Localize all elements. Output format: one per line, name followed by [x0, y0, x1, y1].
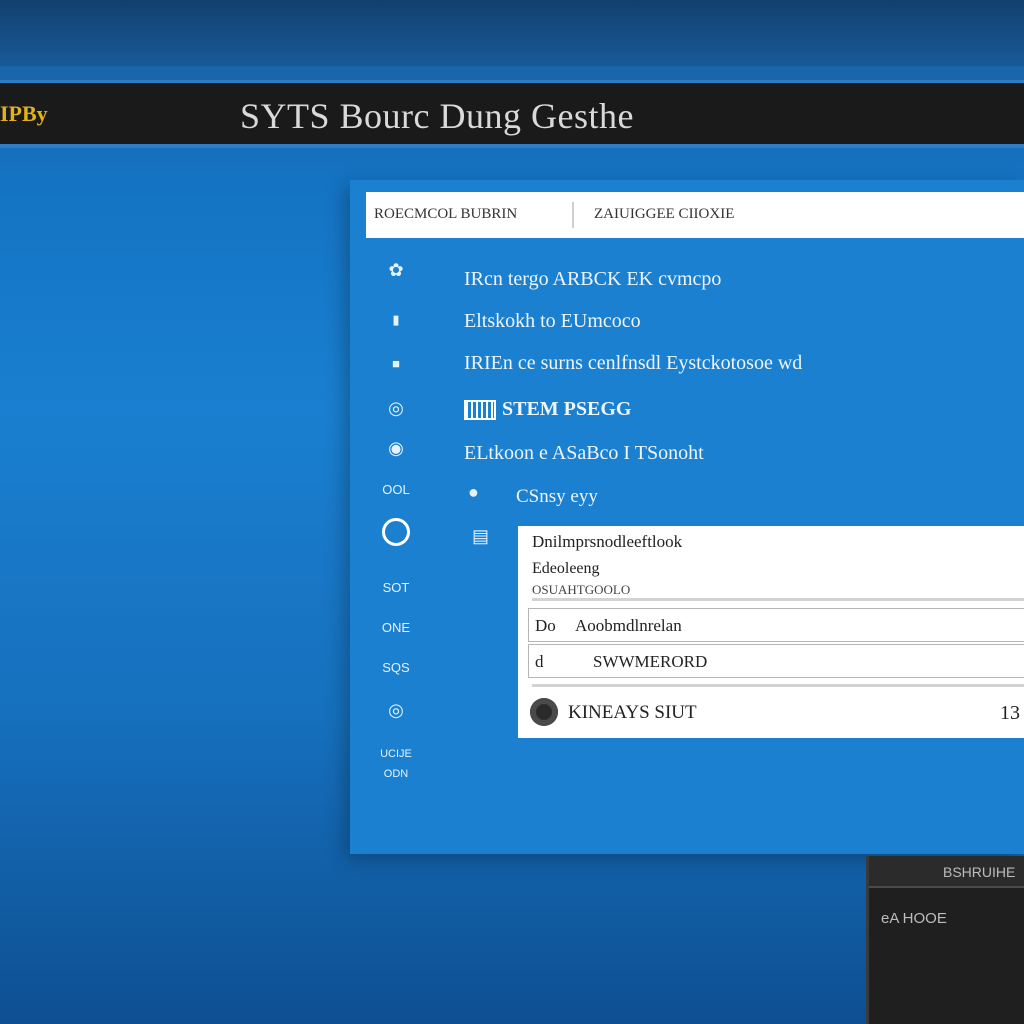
desktop-top-strip: [0, 0, 1024, 66]
one-icon[interactable]: ONE: [376, 618, 416, 638]
dialog-title: Dnilmprsnodleeftlook: [532, 532, 683, 551]
ool-icon[interactable]: OOL: [376, 480, 416, 500]
list-item-selected[interactable]: STEM PSEGG: [464, 398, 631, 421]
dialog-field-secondary[interactable]: d SWWMERORD: [528, 644, 1024, 678]
field-value: Aoobmdlnrelan: [575, 616, 682, 635]
header-right-label[interactable]: ZAIUIGGEE CIIOXIE: [594, 206, 734, 223]
bookmark-icon[interactable]: ▮: [376, 310, 416, 330]
odn-icon: ODN: [383, 768, 409, 780]
square-icon[interactable]: ■: [376, 354, 416, 374]
list-item[interactable]: IRIEn ce surns cenlfnsdl Eystckotosoe wd: [464, 352, 802, 375]
dark-panel-body[interactable]: eA HOOE: [881, 910, 947, 927]
document-icon[interactable]: ▤: [472, 526, 489, 547]
circle-icon[interactable]: [376, 518, 416, 550]
record-button-icon[interactable]: [530, 698, 558, 726]
dialog-field-primary[interactable]: Do Aoobmdlnrelan: [528, 608, 1024, 642]
sot-icon[interactable]: SOT: [376, 578, 416, 598]
dialog-footer-count: 13: [1000, 702, 1020, 724]
list-item[interactable]: ELtkoon e ASaBco I TSonoht: [464, 442, 704, 465]
dark-panel-header: BSHRUIHE: [869, 856, 1024, 888]
title-bar: IPBy SYTS Bourc Dung Gesthe: [0, 80, 1024, 148]
field-prefix: d: [535, 652, 544, 671]
disc-icon[interactable]: ◎: [376, 700, 416, 720]
list-item-label: STEM PSEGG: [502, 398, 632, 420]
record-icon: ●: [468, 482, 479, 502]
target-icon[interactable]: ◎: [376, 398, 416, 418]
field-prefix: Do: [535, 616, 556, 635]
barcode-icon: [464, 400, 496, 421]
gear-cluster-icon[interactable]: ✿: [376, 260, 416, 280]
header-divider: [572, 202, 574, 228]
list-item[interactable]: Eltskokh to EUmcoco: [464, 310, 641, 333]
dialog-meta: OSUAHTGOOLO: [532, 582, 631, 597]
details-dialog: Dnilmprsnodleeftlook Edeoleeng OSUAHTGOO…: [518, 526, 1024, 738]
app-title: SYTS Bourc Dung Gesthe: [240, 96, 634, 136]
sub-item-label[interactable]: CSnsy eyy: [516, 486, 598, 508]
globe-icon[interactable]: ◉: [376, 438, 416, 458]
window-header: ROECMCOL BUBRIN ZAIUIGGEE CIIOXIE: [366, 192, 1024, 238]
brand-logo: IPBy: [0, 101, 48, 126]
dialog-divider: [532, 598, 1024, 601]
header-left-label: ROECMCOL BUBRIN: [374, 206, 518, 222]
ucije-icon: UCIJE: [380, 748, 412, 760]
dialog-subtitle: Edeoleeng: [532, 560, 600, 577]
main-window: ROECMCOL BUBRIN ZAIUIGGEE CIIOXIE ✿ ▮ ■ …: [350, 180, 1024, 854]
field-value: SWWMERORD: [593, 652, 708, 671]
dark-side-panel: BSHRUIHE eA HOOE: [866, 856, 1024, 1024]
dialog-footer-label: KINEAYS SIUT: [568, 702, 697, 723]
list-item[interactable]: IRcn tergo ARBCK EK cvmcpo: [464, 268, 721, 291]
dialog-divider: [532, 684, 1024, 687]
ring-shape: [382, 518, 410, 546]
sqs-icon[interactable]: SQS: [376, 658, 416, 678]
dark-panel-title: BSHRUIHE: [943, 864, 1016, 880]
